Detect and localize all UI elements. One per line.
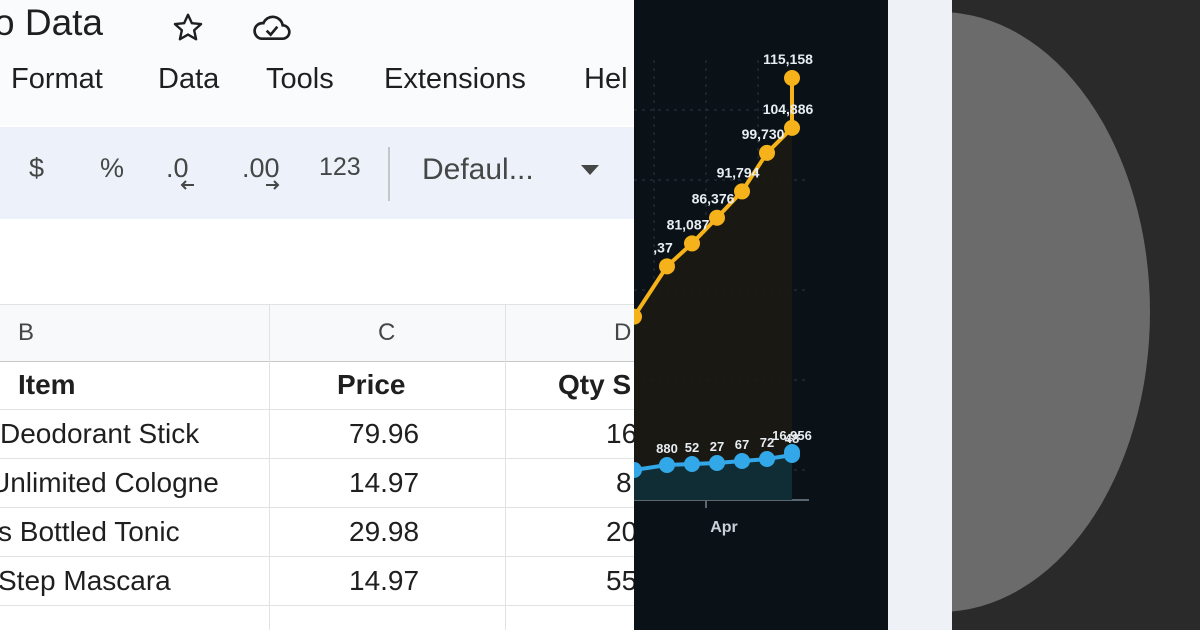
cell-item[interactable]: Unlimited Cologne <box>0 467 219 499</box>
cell-item[interactable]: s Bottled Tonic <box>0 516 180 548</box>
menu-bar: Format Data Tools Extensions Hel <box>0 55 634 125</box>
data-point <box>784 119 800 136</box>
column-header-b[interactable]: B <box>18 319 34 347</box>
x-tick-label: Apr <box>710 519 738 536</box>
data-label: 27 <box>710 439 724 454</box>
data-label: 99,730 <box>742 126 785 142</box>
menu-tools[interactable]: Tools <box>266 63 334 96</box>
data-point <box>684 456 700 472</box>
table-header-row: Item Price Qty S <box>0 361 634 410</box>
data-point <box>709 209 725 226</box>
document-title[interactable]: o Data <box>0 2 103 44</box>
font-family-select[interactable]: Defaul... <box>422 153 534 187</box>
data-label: 104,886 <box>763 101 814 117</box>
cell-price[interactable]: 14.97 <box>349 467 419 499</box>
table-row: Unlimited Cologne 14.97 8 <box>0 459 634 508</box>
toolbar-divider <box>388 147 390 201</box>
formula-bar-area <box>0 219 634 304</box>
format-percent-button[interactable]: % <box>100 153 124 184</box>
sheet-grid: B C D Item Price Qty S Deodorant Stick 7… <box>0 304 634 630</box>
arrow-right-icon <box>266 180 280 190</box>
increase-decimal-button[interactable]: .00 <box>242 153 280 190</box>
data-point <box>659 457 675 473</box>
circle-shape <box>952 12 1150 612</box>
cell-item[interactable]: Step Mascara <box>0 565 171 597</box>
chevron-down-icon[interactable] <box>581 165 599 175</box>
column-header-d[interactable]: D <box>614 319 631 347</box>
data-point <box>759 451 775 467</box>
data-label: 86,376 <box>692 191 735 207</box>
chart-panel: ,37 81,087 86,376 91,794 99,730 104,886 115,15… <box>634 0 888 630</box>
header-item[interactable]: Item <box>18 369 76 401</box>
table-row: Step Mascara 14.97 55 <box>0 557 634 606</box>
data-label: 81,087 <box>667 216 710 232</box>
line-chart: ,37 81,087 86,376 91,794 99,730 104,886 115,15… <box>634 51 814 536</box>
toolbar: $ % .0 .00 123 Defaul... <box>0 127 634 219</box>
cell-price[interactable]: 14.97 <box>349 565 419 597</box>
more-formats-button[interactable]: 123 <box>319 153 361 182</box>
menu-data[interactable]: Data <box>158 63 219 96</box>
column-header-row: B C D <box>0 304 634 362</box>
decorative-panel <box>952 0 1200 630</box>
menu-help[interactable]: Hel <box>584 63 628 96</box>
table-row: Deodorant Stick 79.96 16 <box>0 410 634 459</box>
data-point <box>659 258 675 275</box>
cell-qty[interactable]: 55 <box>606 565 634 597</box>
data-point <box>734 453 750 469</box>
header-qty[interactable]: Qty S <box>558 369 631 401</box>
data-point <box>684 235 700 252</box>
cell-price[interactable]: 79.96 <box>349 418 419 450</box>
format-currency-button[interactable]: $ <box>29 153 44 184</box>
header-price[interactable]: Price <box>337 369 406 401</box>
data-point <box>759 144 775 161</box>
column-header-c[interactable]: C <box>378 319 395 347</box>
data-point <box>709 455 725 471</box>
title-bar: o Data <box>0 0 634 55</box>
spreadsheet-window: o Data Format Data Tools Extensions Hel … <box>0 0 634 630</box>
cell-price[interactable]: 29.98 <box>349 516 419 548</box>
data-label: 880 <box>656 441 678 456</box>
data-label: 52 <box>685 440 699 455</box>
cell-item[interactable]: Deodorant Stick <box>0 418 199 450</box>
data-label: 67 <box>735 437 749 452</box>
arrow-left-icon <box>180 180 194 190</box>
decrease-decimal-button[interactable]: .0 <box>166 153 194 190</box>
data-label: ,37 <box>653 239 673 255</box>
star-icon[interactable] <box>170 10 206 46</box>
table-row: s Bottled Tonic 29.98 20 <box>0 508 634 557</box>
data-point <box>784 70 800 86</box>
cloud-saved-icon[interactable] <box>250 12 294 44</box>
data-point <box>784 444 800 460</box>
menu-format[interactable]: Format <box>11 63 103 96</box>
data-point <box>734 183 750 200</box>
data-label: 115,158 <box>763 51 813 67</box>
data-label: 91,794 <box>717 164 760 180</box>
menu-extensions[interactable]: Extensions <box>384 63 526 96</box>
data-label: 16,956 <box>772 428 812 443</box>
cell-qty[interactable]: 8 <box>616 467 632 499</box>
cell-qty[interactable]: 16 <box>606 418 634 450</box>
screen-bezel <box>888 0 952 630</box>
cell-qty[interactable]: 20 <box>606 516 634 548</box>
